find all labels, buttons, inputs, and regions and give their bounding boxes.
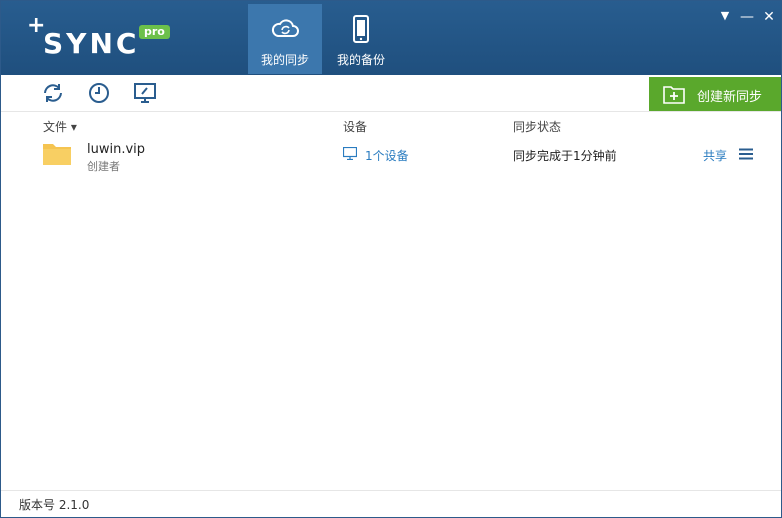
- dropdown-menu-button[interactable]: ▼: [717, 9, 733, 22]
- device-count-label: 1个设备: [365, 149, 409, 163]
- folder-icon: [43, 144, 71, 165]
- sync-status-text: 同步完成于1分钟前: [513, 149, 617, 163]
- sync-folder-row[interactable]: luwin.vip 创建者 1个设备 同步完成于1分钟前 共享: [1, 135, 781, 175]
- sync-icon[interactable]: [41, 81, 65, 105]
- tab-my-sync[interactable]: 我的同步: [248, 4, 322, 74]
- toolbar: 创建新同步: [1, 75, 781, 112]
- monitor-small-icon: [343, 147, 357, 160]
- close-button[interactable]: ✕: [761, 9, 777, 25]
- sync-window: + SYNC pro 我的同步 我的备份 ▼ — ✕ 创建新同步 文件 ▾ 设备…: [0, 0, 782, 518]
- share-link[interactable]: 共享: [703, 147, 727, 164]
- folder-role: 创建者: [87, 160, 120, 173]
- title-bar: + SYNC pro 我的同步 我的备份 ▼ — ✕: [1, 1, 781, 75]
- version-label: 版本号 2.1.0: [19, 498, 90, 512]
- folder-name: luwin.vip: [87, 142, 146, 157]
- pro-badge: pro: [139, 25, 170, 39]
- column-header-status: 同步状态: [513, 120, 562, 134]
- create-new-sync-label: 创建新同步: [697, 90, 763, 105]
- app-logo: + SYNC pro: [27, 13, 177, 61]
- monitor-icon[interactable]: [133, 81, 157, 105]
- minimize-button[interactable]: —: [739, 9, 755, 25]
- cloud-sync-icon: [271, 19, 299, 37]
- add-folder-icon: [663, 86, 685, 104]
- hamburger-menu-icon[interactable]: [739, 148, 753, 160]
- tab-my-backup[interactable]: 我的备份: [324, 4, 398, 74]
- column-header-device: 设备: [343, 120, 368, 134]
- column-header-file[interactable]: 文件 ▾: [43, 118, 77, 135]
- create-new-sync-button[interactable]: 创建新同步: [649, 77, 781, 111]
- tab-my-sync-label: 我的同步: [260, 53, 309, 67]
- phone-icon: [353, 15, 369, 43]
- tab-my-backup-label: 我的备份: [336, 53, 385, 67]
- status-bar: 版本号 2.1.0: [1, 490, 781, 517]
- logo-text: SYNC: [43, 27, 140, 60]
- clock-icon[interactable]: [87, 81, 111, 105]
